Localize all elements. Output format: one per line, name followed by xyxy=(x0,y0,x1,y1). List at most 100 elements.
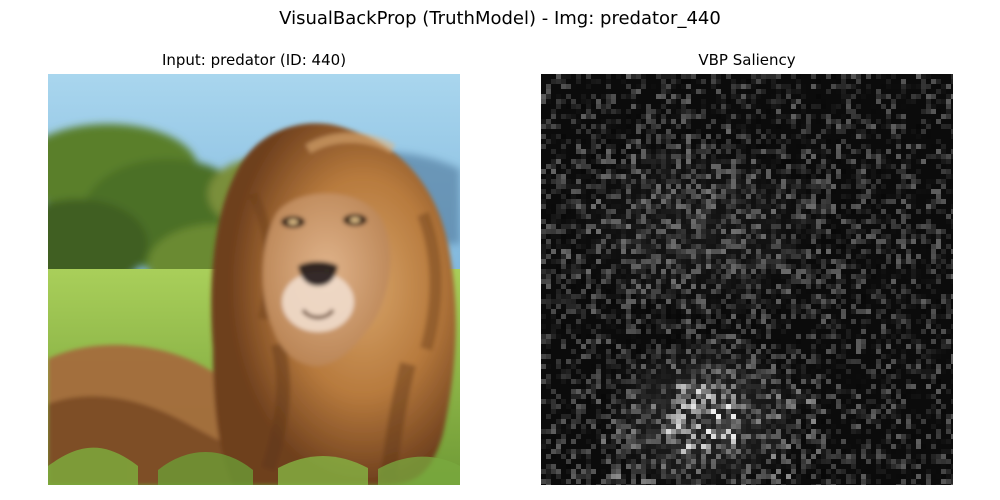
saliency-pixel xyxy=(911,344,916,349)
saliency-pixel xyxy=(741,414,746,419)
saliency-pixel xyxy=(596,239,601,244)
saliency-pixel xyxy=(566,269,571,274)
saliency-pixel xyxy=(951,79,953,84)
saliency-pixel xyxy=(571,164,576,169)
saliency-pixel xyxy=(831,209,836,214)
saliency-pixel xyxy=(541,119,546,124)
saliency-pixel xyxy=(791,379,796,384)
saliency-pixel xyxy=(936,79,941,84)
saliency-pixel xyxy=(936,149,941,154)
saliency-pixel xyxy=(841,264,846,269)
saliency-pixel xyxy=(921,474,926,479)
saliency-pixel xyxy=(836,279,841,284)
saliency-pixel xyxy=(836,374,841,379)
saliency-pixel xyxy=(671,379,676,384)
saliency-pixel xyxy=(766,474,771,479)
saliency-pixel xyxy=(716,454,721,459)
saliency-pixel xyxy=(576,454,581,459)
saliency-pixel xyxy=(826,174,831,179)
saliency-pixel xyxy=(706,199,711,204)
saliency-pixel xyxy=(576,189,581,194)
saliency-pixel xyxy=(781,169,786,174)
saliency-pixel xyxy=(891,199,896,204)
saliency-pixel xyxy=(626,294,631,299)
saliency-pixel xyxy=(646,244,651,249)
saliency-pixel xyxy=(641,444,646,449)
saliency-pixel xyxy=(796,339,801,344)
saliency-pixel xyxy=(621,369,626,374)
saliency-pixel xyxy=(656,429,661,434)
saliency-pixel xyxy=(856,284,861,289)
saliency-pixel xyxy=(616,484,621,485)
saliency-pixel xyxy=(591,104,596,109)
saliency-pixel xyxy=(631,359,636,364)
saliency-pixel xyxy=(756,414,761,419)
saliency-pixel xyxy=(781,394,786,399)
saliency-pixel xyxy=(921,129,926,134)
saliency-pixel xyxy=(716,309,721,314)
saliency-pixel xyxy=(666,369,671,374)
saliency-pixel xyxy=(786,169,791,174)
saliency-pixel xyxy=(546,444,551,449)
saliency-pixel xyxy=(826,229,831,234)
saliency-pixel xyxy=(786,159,791,164)
saliency-pixel xyxy=(946,214,951,219)
saliency-pixel xyxy=(851,239,856,244)
saliency-pixel xyxy=(946,124,951,129)
saliency-pixel xyxy=(771,459,776,464)
saliency-pixel xyxy=(786,274,791,279)
saliency-pixel xyxy=(691,214,696,219)
saliency-pixel xyxy=(821,479,826,484)
saliency-pixel xyxy=(886,429,891,434)
saliency-pixel xyxy=(876,309,881,314)
saliency-pixel xyxy=(746,434,751,439)
saliency-pixel xyxy=(756,229,761,234)
saliency-pixel xyxy=(831,234,836,239)
saliency-pixel xyxy=(861,349,866,354)
saliency-pixel xyxy=(941,404,946,409)
saliency-pixel xyxy=(866,199,871,204)
saliency-pixel xyxy=(661,369,666,374)
saliency-pixel xyxy=(871,219,876,224)
saliency-pixel xyxy=(951,204,953,209)
saliency-pixel xyxy=(901,269,906,274)
saliency-pixel xyxy=(821,239,826,244)
saliency-pixel xyxy=(716,424,721,429)
saliency-pixel xyxy=(631,334,636,339)
saliency-pixel xyxy=(631,229,636,234)
saliency-pixel xyxy=(611,429,616,434)
saliency-pixel xyxy=(546,99,551,104)
saliency-pixel xyxy=(826,119,831,124)
saliency-pixel xyxy=(791,74,796,79)
saliency-pixel xyxy=(866,259,871,264)
saliency-pixel xyxy=(596,174,601,179)
saliency-pixel xyxy=(606,219,611,224)
saliency-pixel xyxy=(801,299,806,304)
saliency-pixel xyxy=(921,314,926,319)
saliency-pixel xyxy=(661,474,666,479)
saliency-pixel xyxy=(641,384,646,389)
saliency-pixel xyxy=(611,454,616,459)
saliency-pixel xyxy=(636,159,641,164)
saliency-pixel xyxy=(861,399,866,404)
saliency-pixel xyxy=(746,264,751,269)
saliency-pixel xyxy=(936,254,941,259)
saliency-pixel xyxy=(551,389,556,394)
saliency-pixel xyxy=(741,239,746,244)
saliency-pixel xyxy=(571,244,576,249)
saliency-pixel xyxy=(886,379,891,384)
saliency-pixel xyxy=(556,299,561,304)
saliency-pixel xyxy=(541,169,546,174)
saliency-pixel xyxy=(841,419,846,424)
saliency-pixel xyxy=(556,259,561,264)
saliency-pixel xyxy=(676,314,681,319)
saliency-pixel xyxy=(791,254,796,259)
saliency-pixel xyxy=(641,329,646,334)
saliency-pixel xyxy=(726,234,731,239)
saliency-pixel xyxy=(611,439,616,444)
saliency-pixel xyxy=(661,319,666,324)
saliency-pixel xyxy=(571,329,576,334)
saliency-pixel xyxy=(671,354,676,359)
saliency-pixel xyxy=(711,224,716,229)
saliency-pixel xyxy=(666,269,671,274)
